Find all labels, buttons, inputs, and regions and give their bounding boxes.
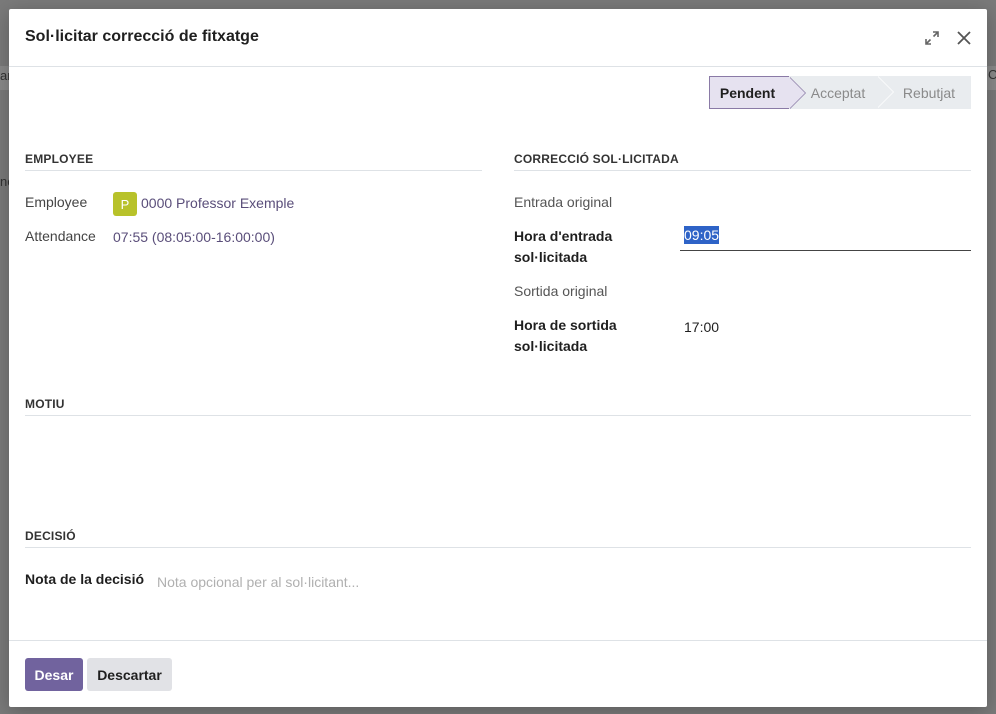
expand-icon xyxy=(925,31,939,45)
reason-section-title: MOTIU xyxy=(25,397,971,416)
status-step-pending[interactable]: Pendent xyxy=(709,76,806,109)
save-button[interactable]: Desar xyxy=(25,658,83,691)
status-step-label: Rebutjat xyxy=(902,84,956,101)
employee-label: Employee xyxy=(25,194,88,210)
expand-button[interactable] xyxy=(920,25,944,51)
requested-exit-label-line: Hora de sortida xyxy=(514,317,617,333)
employee-section-title: EMPLOYEE xyxy=(25,152,482,171)
dialog-title: Sol·licitar correcció de fitxatge xyxy=(25,28,259,45)
decision-note-label: Nota de la decisió xyxy=(25,571,145,587)
employee-avatar[interactable]: P xyxy=(113,192,137,216)
requested-exit-time-input[interactable]: 17:00 xyxy=(684,319,719,335)
requested-exit-label: Hora de sortida sol·licitada xyxy=(514,315,617,357)
background-text-fragment: C xyxy=(988,67,996,82)
attendance-link[interactable]: 07:55 (08:05:00-16:00:00) xyxy=(113,229,275,245)
selected-time-text: 09:05 xyxy=(684,226,720,244)
dialog-footer: Desar Descartar xyxy=(9,640,987,707)
status-step-label: Pendent xyxy=(719,84,776,101)
decision-note-input[interactable] xyxy=(157,571,757,593)
close-icon xyxy=(957,31,971,45)
status-bar: Pendent Acceptat Rebutjat xyxy=(709,76,971,109)
discard-button[interactable]: Descartar xyxy=(87,658,172,691)
employee-link[interactable]: 0000 Professor Exemple xyxy=(141,195,294,211)
requested-entry-time-input[interactable]: 09:05 xyxy=(680,226,971,251)
requested-entry-label-line: Hora d'entrada xyxy=(514,228,613,244)
original-exit-label: Sortida original xyxy=(514,283,608,299)
correction-section-title: CORRECCIÓ SOL·LICITADA xyxy=(514,152,971,171)
decision-section-title: DECISIÓ xyxy=(25,529,971,548)
status-step-label: Acceptat xyxy=(810,84,866,101)
close-button[interactable] xyxy=(952,25,976,51)
dialog-header: Sol·licitar correcció de fitxatge xyxy=(9,9,987,67)
requested-entry-label: Hora d'entrada sol·licitada xyxy=(514,226,612,268)
attendance-label: Attendance xyxy=(25,228,96,244)
original-entry-label: Entrada original xyxy=(514,194,613,210)
requested-exit-label-line: sol·licitada xyxy=(514,338,588,354)
requested-entry-label-line: sol·licitada xyxy=(514,249,588,265)
correction-request-dialog: Sol·licitar correcció de fitxatge Penden… xyxy=(9,9,987,707)
